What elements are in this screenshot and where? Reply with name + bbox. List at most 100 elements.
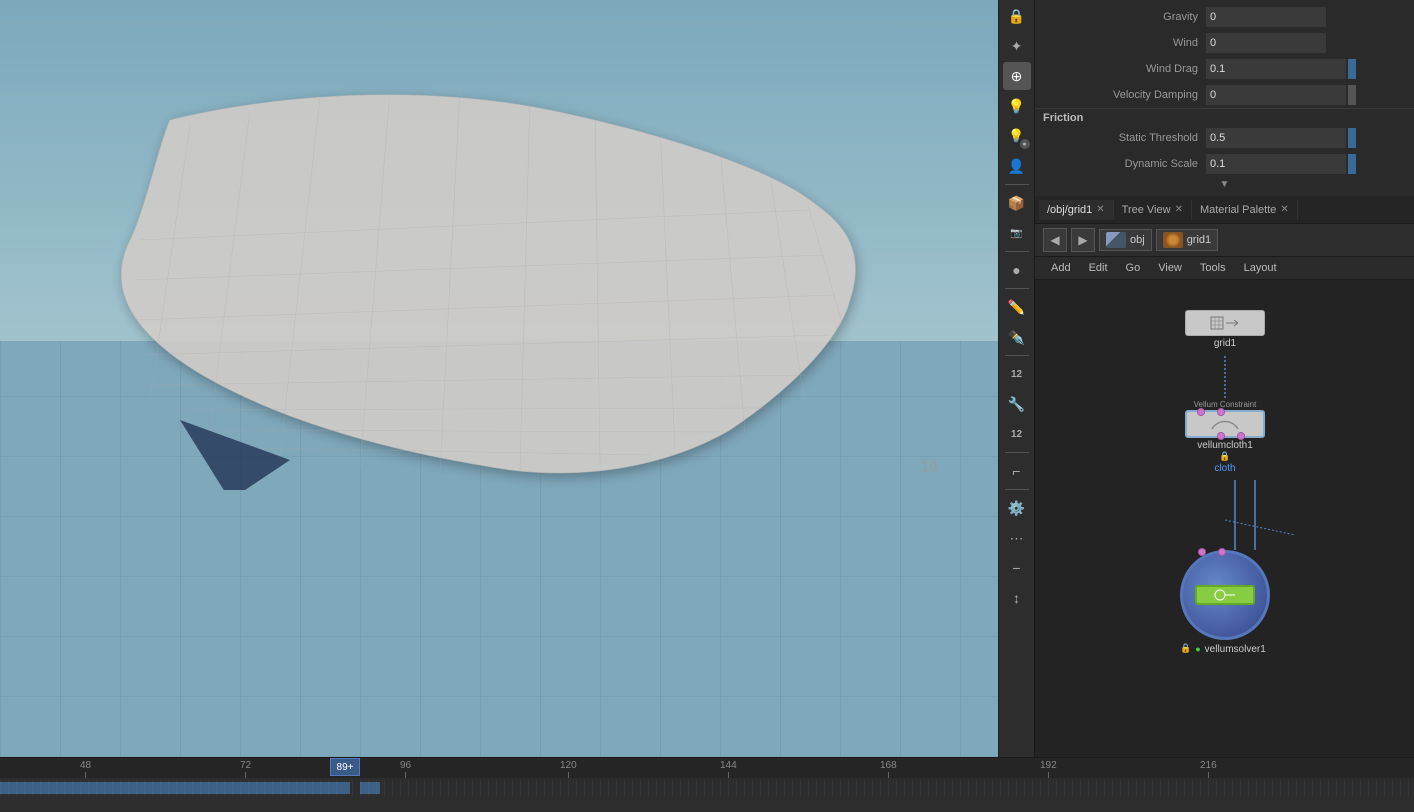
tool-light2-icon[interactable]: 💡● (1003, 122, 1031, 150)
port-in-1 (1197, 408, 1205, 416)
tick-168: 168 (880, 760, 897, 778)
wind-drag-input[interactable] (1206, 59, 1346, 79)
tool-pencil-icon[interactable]: ✒️ (1003, 323, 1031, 351)
wind-value-area (1206, 33, 1406, 53)
solver-circle[interactable] (1180, 550, 1270, 640)
tick-120: 120 (560, 760, 577, 778)
velocity-damping-slider[interactable] (1348, 85, 1356, 105)
tab-tree-view[interactable]: Tree View ✕ (1114, 200, 1192, 220)
toolbar-right: 🔒 ✦ ⊕ 💡 💡● 👤 📦 📷 ● ✏️ ✒️ 12 🔧 12 ⌐ ⚙️ ⋯ … (998, 0, 1034, 757)
tab-material-palette-close[interactable]: ✕ (1280, 204, 1288, 215)
node-vellumcloth1-label: vellumcloth1 (1197, 440, 1253, 451)
tool-corner-icon[interactable]: ⌐ (1003, 457, 1031, 485)
tick-96: 96 (400, 760, 411, 778)
nav-forward-button[interactable]: ▶ (1071, 228, 1095, 252)
dynamic-scale-slider[interactable] (1348, 154, 1356, 174)
tool-lock-icon[interactable]: 🔒 (1003, 2, 1031, 30)
menu-view[interactable]: View (1150, 259, 1190, 277)
dynamic-scale-value-area (1206, 154, 1406, 174)
gravity-label: Gravity (1043, 11, 1206, 23)
tool-minus-icon[interactable]: − (1003, 554, 1031, 582)
node-grid1-icon (1210, 316, 1240, 330)
timeline-grid (0, 780, 1414, 796)
gravity-input[interactable] (1206, 7, 1326, 27)
viewport: 10 (0, 0, 998, 757)
static-threshold-input[interactable] (1206, 128, 1346, 148)
dynamic-scale-label: Dynamic Scale (1043, 158, 1206, 170)
port-out-1 (1217, 432, 1225, 440)
path-grid1-label: grid1 (1187, 234, 1211, 246)
path-obj-label: obj (1130, 234, 1145, 246)
tool-camera-icon[interactable]: 📷 (1003, 219, 1031, 247)
tab-obj-grid1-close[interactable]: ✕ (1096, 204, 1104, 215)
node-graph[interactable]: grid1 Vellum Constraint (1035, 280, 1414, 757)
tool-light-icon[interactable]: 💡 (1003, 92, 1031, 120)
dynamic-scale-row: Dynamic Scale (1035, 151, 1414, 177)
tab-obj-grid1[interactable]: /obj/grid1 ✕ (1039, 200, 1114, 220)
vellumcloth-lock-icon: 🔒 (1219, 451, 1230, 462)
tool-settings-icon[interactable]: ⚙️ (1003, 494, 1031, 522)
dynamic-scale-input[interactable] (1206, 154, 1346, 174)
static-threshold-label: Static Threshold (1043, 132, 1206, 144)
divider-4 (1005, 355, 1029, 356)
gravity-value-area (1206, 7, 1406, 27)
menu-add[interactable]: Add (1043, 259, 1079, 277)
menu-layout[interactable]: Layout (1236, 259, 1285, 277)
solver-port-in-1 (1198, 548, 1206, 556)
tick-192: 192 (1040, 760, 1057, 778)
path-grid1-chip[interactable]: grid1 (1156, 229, 1218, 251)
right-panel: Gravity Wind Wind Drag (1034, 0, 1414, 757)
timeline-playhead[interactable]: 89+ (330, 758, 360, 776)
divider-1 (1005, 184, 1029, 185)
path-obj-chip[interactable]: obj (1099, 229, 1152, 251)
playhead-value: 89+ (337, 762, 354, 773)
cloth-type-label: cloth (1214, 463, 1235, 474)
velocity-damping-input[interactable] (1206, 85, 1346, 105)
menu-go[interactable]: Go (1118, 259, 1149, 277)
node-vellumcloth1[interactable]: Vellum Constraint vellumcloth1 🔒 cloth (1185, 400, 1265, 474)
wind-drag-slider[interactable] (1348, 59, 1356, 79)
static-threshold-value-area (1206, 128, 1406, 148)
cloth-surface (121, 95, 855, 473)
velocity-damping-value-area (1206, 85, 1406, 105)
velocity-damping-label: Velocity Damping (1043, 89, 1206, 101)
tab-tree-view-label: Tree View (1122, 204, 1171, 216)
node-grid1-box[interactable] (1185, 310, 1265, 336)
static-threshold-slider[interactable] (1348, 128, 1356, 148)
solver-inner-icon (1213, 588, 1237, 602)
port-out-2 (1237, 432, 1245, 440)
tool-target-icon[interactable]: ⊕ (1003, 62, 1031, 90)
properties-collapse[interactable]: ▼ (1035, 177, 1414, 192)
node-vellumsolver1-label: vellumsolver1 (1205, 644, 1266, 655)
wind-input[interactable] (1206, 33, 1326, 53)
nav-back-button[interactable]: ◀ (1043, 228, 1067, 252)
properties-panel: Gravity Wind Wind Drag (1035, 0, 1414, 196)
tool-star-icon[interactable]: ✦ (1003, 32, 1031, 60)
tool-numbers-12a[interactable]: 12 (1003, 360, 1031, 388)
tab-material-palette[interactable]: Material Palette ✕ (1192, 200, 1298, 220)
tool-box-icon[interactable]: 📦 (1003, 189, 1031, 217)
node-grid1[interactable]: grid1 (1185, 310, 1265, 349)
node-vellumcloth1-box[interactable] (1185, 410, 1265, 438)
tab-tree-view-close[interactable]: ✕ (1175, 204, 1183, 215)
tool-person-icon[interactable]: 👤 (1003, 152, 1031, 180)
pin-1 (180, 420, 290, 490)
timeline: 48 72 96 120 144 168 (0, 757, 1414, 812)
tool-arrow-icon[interactable]: ↕ (1003, 584, 1031, 612)
wind-label: Wind (1043, 37, 1206, 49)
node-vellumsolver1[interactable]: 🔒 ● vellumsolver1 (1180, 550, 1270, 655)
menu-tools[interactable]: Tools (1192, 259, 1234, 277)
tool-dots-icon[interactable]: ⋯ (1003, 524, 1031, 552)
menu-edit[interactable]: Edit (1081, 259, 1116, 277)
node-vellumcloth1-icon (1210, 415, 1240, 433)
node-grid1-label: grid1 (1214, 338, 1236, 349)
solver-label-row: 🔒 ● vellumsolver1 (1180, 642, 1270, 655)
tool-pen-icon[interactable]: ✏️ (1003, 293, 1031, 321)
tool-dot-icon[interactable]: ● (1003, 256, 1031, 284)
tool-numbers-12b[interactable]: 12 (1003, 420, 1031, 448)
tool-wrench-icon[interactable]: 🔧 (1003, 390, 1031, 418)
velocity-damping-row: Velocity Damping (1035, 82, 1414, 108)
tab-obj-grid1-label: /obj/grid1 (1047, 204, 1092, 216)
tab-bar: /obj/grid1 ✕ Tree View ✕ Material Palett… (1035, 196, 1414, 224)
timeline-track[interactable] (0, 778, 1414, 812)
